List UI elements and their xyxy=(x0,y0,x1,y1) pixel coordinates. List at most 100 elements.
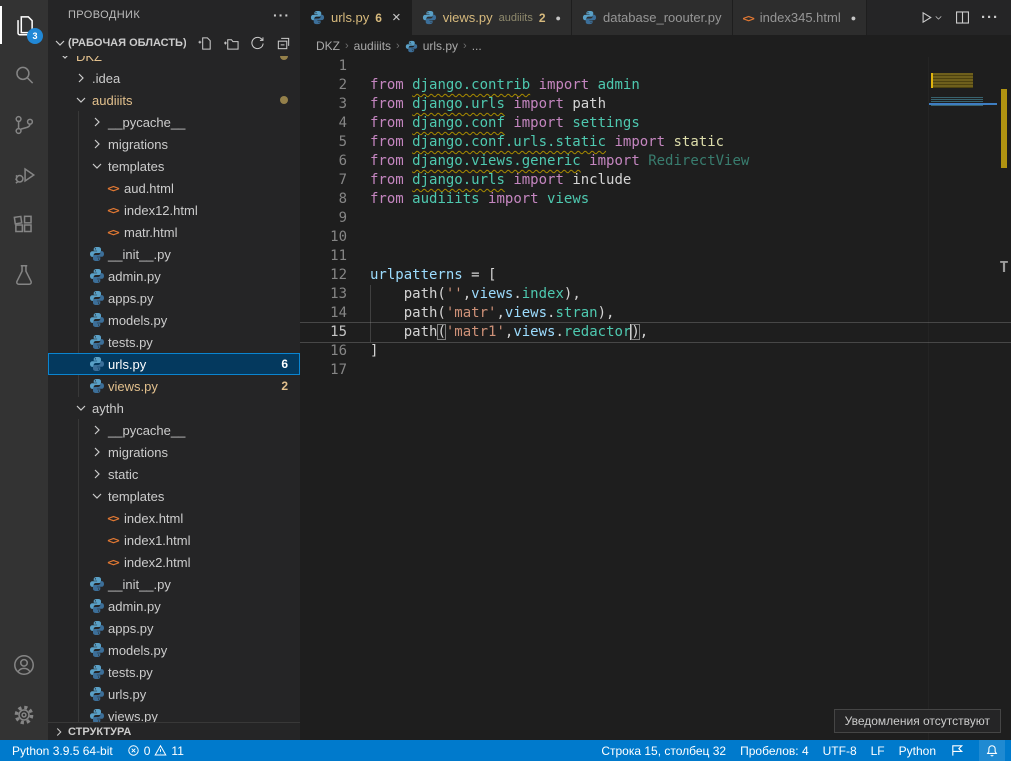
code-line-2[interactable]: 2from django.contrib import admin xyxy=(300,76,1011,95)
editor-more-button[interactable]: ··· xyxy=(981,9,999,26)
html-file-icon: <> xyxy=(104,179,122,197)
tree-item-index1-html[interactable]: <>index1.html xyxy=(48,529,300,551)
code-line-14[interactable]: 14 path('matr',views.stran), xyxy=(300,304,1011,323)
code-line-1[interactable]: 1 xyxy=(300,57,1011,76)
code-token: from xyxy=(370,191,404,207)
line-content: from django.conf.urls.static import stat… xyxy=(370,133,724,152)
source-control-icon[interactable] xyxy=(0,100,48,150)
search-icon[interactable] xyxy=(0,50,48,100)
tree-item-apps-py[interactable]: apps.py xyxy=(48,617,300,639)
tree-item-index-html[interactable]: <>index.html xyxy=(48,507,300,529)
run-debug-icon[interactable] xyxy=(0,150,48,200)
breadcrumb-item[interactable]: urls.py xyxy=(423,39,458,53)
code-editor[interactable]: T 12from django.contrib import admin3fro… xyxy=(300,57,1011,740)
code-line-10[interactable]: 10 xyxy=(300,228,1011,247)
code-line-8[interactable]: 8from audiiits import views xyxy=(300,190,1011,209)
new-file-icon[interactable] xyxy=(196,34,214,52)
cursor-position[interactable]: Строка 15, столбец 32 xyxy=(601,744,726,758)
code-line-16[interactable]: 16] xyxy=(300,342,1011,361)
tree-item-views-py[interactable]: views.py2 xyxy=(48,375,300,397)
code-line-11[interactable]: 11 xyxy=(300,247,1011,266)
tree-item-aythh[interactable]: aythh xyxy=(48,397,300,419)
code-line-3[interactable]: 3from django.urls import path xyxy=(300,95,1011,114)
line-content: ] xyxy=(370,342,378,361)
code-line-13[interactable]: 13 path('',views.index), xyxy=(300,285,1011,304)
tree-item-templates[interactable]: templates xyxy=(48,485,300,507)
code-line-9[interactable]: 9 xyxy=(300,209,1011,228)
explorer-icon[interactable]: 3 xyxy=(0,0,48,50)
tree-item-index12-html[interactable]: <>index12.html xyxy=(48,199,300,221)
breadcrumb-item[interactable]: DKZ xyxy=(316,39,340,53)
code-line-12[interactable]: 12urlpatterns = [ xyxy=(300,266,1011,285)
close-icon[interactable]: × xyxy=(392,9,401,26)
tree-item-audiiits[interactable]: audiiits xyxy=(48,89,300,111)
tab-label: views.py xyxy=(443,10,493,25)
tree-item-models-py[interactable]: models.py xyxy=(48,309,300,331)
breadcrumb-more[interactable]: ... xyxy=(472,39,482,53)
outline-section-header[interactable]: СТРУКТУРА xyxy=(48,722,300,740)
tree-item--pycache-[interactable]: __pycache__ xyxy=(48,111,300,133)
tree-item--init-py[interactable]: __init__.py xyxy=(48,243,300,265)
tree-item--init-py[interactable]: __init__.py xyxy=(48,573,300,595)
tree-item--pycache-[interactable]: __pycache__ xyxy=(48,419,300,441)
tree-item-apps-py[interactable]: apps.py xyxy=(48,287,300,309)
split-editor-button[interactable] xyxy=(954,9,971,26)
tree-item-templates[interactable]: templates xyxy=(48,155,300,177)
tree-item-views-py[interactable]: views.py xyxy=(48,705,300,722)
collapse-all-icon[interactable] xyxy=(274,34,292,52)
code-line-6[interactable]: 6from django.views.generic import Redire… xyxy=(300,152,1011,171)
chevron-right-icon xyxy=(88,421,106,439)
tree-item-matr-html[interactable]: <>matr.html xyxy=(48,221,300,243)
tree-item-admin-py[interactable]: admin.py xyxy=(48,595,300,617)
tree-item-index2-html[interactable]: <>index2.html xyxy=(48,551,300,573)
tab-database-roouter-py[interactable]: database_roouter.py xyxy=(572,0,733,35)
tree-item-migrations[interactable]: migrations xyxy=(48,441,300,463)
tab-views-py[interactable]: views.pyaudiiits2● xyxy=(412,0,572,35)
tree-item-label: audiiits xyxy=(92,93,132,108)
tree-item-tests-py[interactable]: tests.py xyxy=(48,661,300,683)
refresh-icon[interactable] xyxy=(248,34,266,52)
tree-item-models-py[interactable]: models.py xyxy=(48,639,300,661)
account-icon[interactable] xyxy=(0,640,48,690)
tree-item-migrations[interactable]: migrations xyxy=(48,133,300,155)
tree-item-static[interactable]: static xyxy=(48,463,300,485)
python-interpreter[interactable]: Python 3.9.5 64-bit xyxy=(12,744,113,758)
eol-sequence[interactable]: LF xyxy=(871,744,885,758)
dirty-dot[interactable]: ● xyxy=(556,13,561,23)
code-line-5[interactable]: 5from django.conf.urls.static import sta… xyxy=(300,133,1011,152)
workspace-section-header[interactable]: (РАБОЧАЯ ОБЛАСТЬ) ... xyxy=(48,30,300,56)
tab-urls-py[interactable]: urls.py6× xyxy=(300,0,412,35)
tree-item-aud-html[interactable]: <>aud.html xyxy=(48,177,300,199)
encoding[interactable]: UTF-8 xyxy=(823,744,857,758)
code-line-7[interactable]: 7from django.urls import include xyxy=(300,171,1011,190)
chevron-down-icon xyxy=(72,91,90,109)
tree-item-tests-py[interactable]: tests.py xyxy=(48,331,300,353)
python-file-icon xyxy=(405,40,418,53)
indentation[interactable]: Пробелов: 4 xyxy=(740,744,809,758)
new-folder-icon[interactable] xyxy=(222,34,240,52)
notifications-bell-icon[interactable] xyxy=(979,740,1005,761)
chevron-right-icon xyxy=(88,443,106,461)
run-button[interactable] xyxy=(918,9,944,26)
code-line-4[interactable]: 4from django.conf import settings xyxy=(300,114,1011,133)
breadcrumb[interactable]: DKZ › audiiits › urls.py › ... xyxy=(300,35,1011,57)
line-number: 1 xyxy=(300,57,370,76)
language-mode[interactable]: Python xyxy=(899,744,936,758)
breadcrumb-item[interactable]: audiiits xyxy=(354,39,391,53)
tab-bar: urls.py6×views.pyaudiiits2●database_roou… xyxy=(300,0,1011,35)
tree-item-urls-py[interactable]: urls.py6 xyxy=(48,353,300,375)
feedback-icon[interactable] xyxy=(950,743,965,758)
tree-item-urls-py[interactable]: urls.py xyxy=(48,683,300,705)
code-token xyxy=(404,191,412,207)
extensions-icon[interactable] xyxy=(0,200,48,250)
tab-index345-html[interactable]: <>index345.html● xyxy=(733,0,868,35)
settings-gear-icon[interactable] xyxy=(0,690,48,740)
tree-item-admin-py[interactable]: admin.py xyxy=(48,265,300,287)
explorer-more-button[interactable]: ··· xyxy=(273,7,290,23)
tree-item--idea[interactable]: .idea xyxy=(48,67,300,89)
testing-icon[interactable] xyxy=(0,250,48,300)
code-line-15[interactable]: 15 path('matr1',views.redactor), xyxy=(300,322,1011,343)
problems-indicator[interactable]: 0 11 xyxy=(127,744,184,758)
code-line-17[interactable]: 17 xyxy=(300,361,1011,380)
dirty-dot[interactable]: ● xyxy=(851,13,856,23)
